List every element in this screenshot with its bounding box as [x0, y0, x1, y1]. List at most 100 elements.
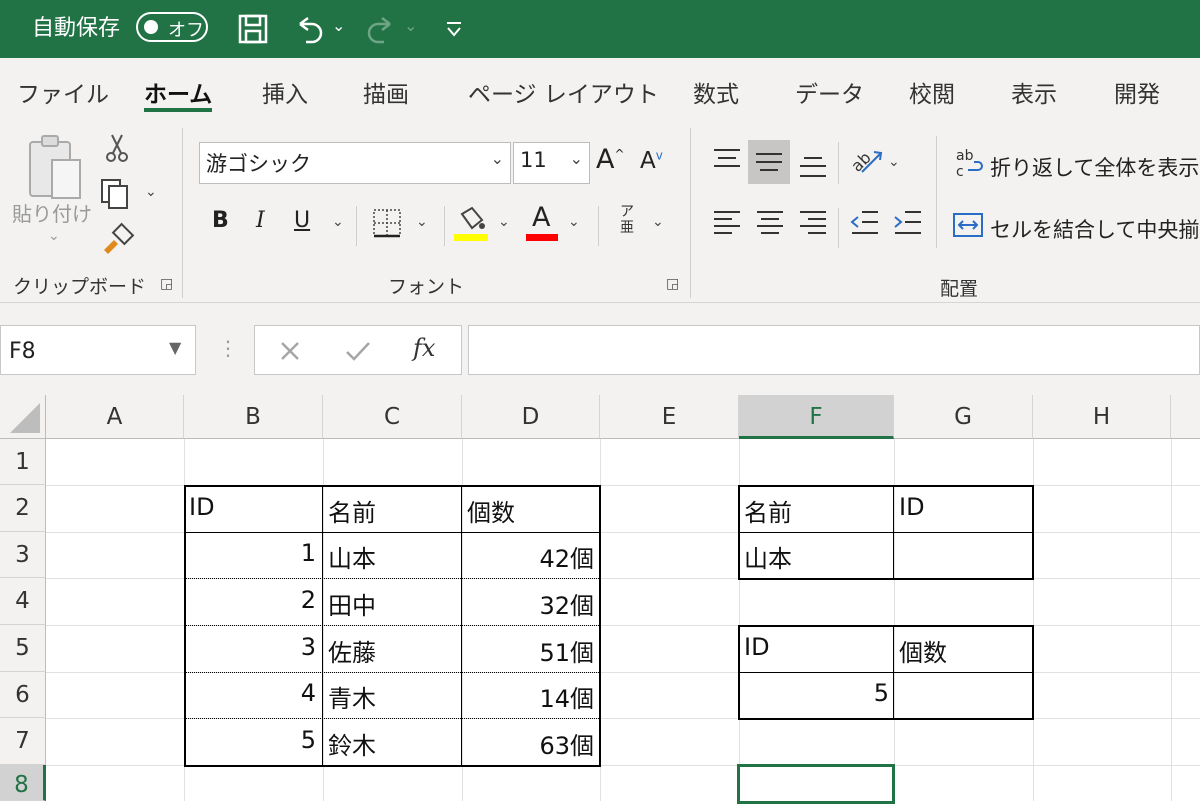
- merge-center-button[interactable]: セルを結合して中央揃え: [990, 214, 1200, 244]
- fill-color-dropdown-chevron-down-icon[interactable]: ⌄: [498, 214, 510, 230]
- italic-button[interactable]: I: [256, 208, 265, 233]
- tab-developer[interactable]: 開発: [1114, 75, 1160, 109]
- underline-dropdown-chevron-down-icon[interactable]: ⌄: [332, 214, 344, 230]
- font-name-combo[interactable]: 游ゴシック ⌄: [199, 142, 511, 184]
- row-header-3[interactable]: 3: [0, 532, 46, 578]
- table-cell[interactable]: 14個: [539, 679, 594, 714]
- autosave-toggle[interactable]: オフ: [136, 12, 208, 42]
- confirm-entry-icon[interactable]: [345, 340, 371, 362]
- row-header-2[interactable]: 2: [0, 485, 46, 532]
- tab-view[interactable]: 表示: [1011, 75, 1057, 109]
- borders-icon[interactable]: [372, 208, 402, 238]
- name-box-dropdown-icon[interactable]: ▼: [169, 338, 181, 357]
- tab-data[interactable]: データ: [795, 75, 864, 109]
- tab-draw[interactable]: 描画: [363, 75, 409, 109]
- column-header-e[interactable]: E: [600, 395, 739, 439]
- table-cell[interactable]: 鈴木: [328, 726, 376, 761]
- tab-formulas[interactable]: 数式: [693, 75, 739, 109]
- phonetic-dropdown-chevron-down-icon[interactable]: ⌄: [652, 214, 664, 230]
- borders-dropdown-chevron-down-icon[interactable]: ⌄: [416, 214, 428, 230]
- copy-dropdown-chevron-down-icon[interactable]: ⌄: [145, 184, 157, 200]
- font-launcher-icon[interactable]: ◲: [666, 276, 679, 292]
- column-header-f[interactable]: F: [739, 395, 894, 439]
- decrease-indent-icon[interactable]: [850, 210, 880, 236]
- table-cell[interactable]: 山本: [328, 539, 376, 574]
- table-cell[interactable]: 5: [874, 679, 889, 707]
- table-cell[interactable]: 5: [301, 726, 316, 754]
- increase-indent-icon[interactable]: [893, 210, 923, 236]
- decrease-font-size-icon[interactable]: Av: [640, 148, 663, 174]
- column-header-g[interactable]: G: [894, 395, 1033, 439]
- undo-dropdown-chevron-down-icon[interactable]: ⌄: [332, 16, 345, 35]
- align-left-icon[interactable]: [712, 210, 742, 236]
- formula-bar-splitter-icon[interactable]: ⋮: [218, 336, 238, 360]
- select-all-button[interactable]: [0, 395, 46, 439]
- table-header-cell[interactable]: 個数: [899, 633, 947, 668]
- align-center-icon[interactable]: [755, 210, 785, 236]
- align-right-icon[interactable]: [798, 210, 828, 236]
- table-cell[interactable]: 3: [301, 633, 316, 661]
- font-color-dropdown-chevron-down-icon[interactable]: ⌄: [568, 214, 580, 230]
- table-header-cell[interactable]: 名前: [328, 493, 376, 528]
- table-cell[interactable]: 山本: [744, 539, 792, 574]
- table-cell[interactable]: 63個: [539, 726, 594, 761]
- table-cell[interactable]: 田中: [328, 586, 376, 621]
- row-header-6[interactable]: 6: [0, 672, 46, 718]
- table-cell[interactable]: 32個: [539, 586, 594, 621]
- tab-home[interactable]: ホーム: [144, 75, 212, 109]
- column-header-d[interactable]: D: [462, 395, 600, 439]
- table-cell[interactable]: 1: [301, 539, 316, 567]
- column-header-next[interactable]: [1171, 395, 1200, 439]
- table-cell[interactable]: 4: [301, 679, 316, 707]
- insert-function-button[interactable]: fx: [413, 334, 435, 362]
- table-cell[interactable]: 青木: [328, 679, 376, 714]
- align-bottom-icon[interactable]: [798, 152, 828, 178]
- row-header-8[interactable]: 8: [0, 765, 46, 801]
- font-size-combo[interactable]: 11 ⌄: [513, 142, 590, 184]
- column-header-b[interactable]: B: [184, 395, 323, 439]
- format-painter-icon[interactable]: [100, 222, 136, 254]
- table-cell[interactable]: 2: [301, 586, 316, 614]
- row-header-7[interactable]: 7: [0, 718, 46, 765]
- increase-font-size-icon[interactable]: A^: [596, 144, 625, 175]
- name-box[interactable]: F8 ▼: [0, 325, 196, 375]
- align-middle-button[interactable]: [748, 140, 790, 184]
- column-header-c[interactable]: C: [323, 395, 462, 439]
- align-top-icon[interactable]: [712, 148, 742, 172]
- underline-button[interactable]: U: [294, 208, 310, 233]
- orientation-icon[interactable]: ab: [848, 142, 884, 178]
- table-cell[interactable]: 佐藤: [328, 633, 376, 668]
- wrap-text-button[interactable]: 折り返して全体を表示す: [990, 152, 1200, 182]
- tab-page-layout[interactable]: ページ レイアウト: [468, 75, 659, 109]
- tab-review[interactable]: 校閲: [909, 75, 955, 109]
- orientation-dropdown-chevron-down-icon[interactable]: ⌄: [888, 154, 900, 170]
- save-icon[interactable]: [238, 14, 268, 44]
- redo-dropdown-chevron-down-icon[interactable]: ⌄: [404, 16, 417, 35]
- paste-icon[interactable]: [26, 134, 86, 204]
- table-header-cell[interactable]: ID: [899, 493, 925, 521]
- tab-file[interactable]: ファイル: [17, 75, 109, 109]
- paste-label[interactable]: 貼り付け: [12, 198, 92, 227]
- font-color-icon[interactable]: A: [532, 202, 550, 233]
- table-cell[interactable]: 51個: [539, 633, 594, 668]
- undo-icon[interactable]: [294, 14, 324, 44]
- tab-insert[interactable]: 挿入: [262, 75, 308, 109]
- redo-icon[interactable]: [366, 14, 396, 44]
- clipboard-launcher-icon[interactable]: ◲: [160, 276, 173, 292]
- wrap-text-icon[interactable]: ab c: [954, 146, 986, 180]
- active-cell-f8[interactable]: [737, 764, 895, 804]
- table-header-cell[interactable]: ID: [189, 493, 215, 521]
- row-header-5[interactable]: 5: [0, 625, 46, 672]
- cut-icon[interactable]: [104, 132, 130, 164]
- customize-qat-icon[interactable]: [444, 20, 464, 40]
- cancel-entry-icon[interactable]: [279, 340, 301, 362]
- merge-center-icon[interactable]: [952, 212, 984, 238]
- copy-icon[interactable]: [100, 178, 130, 210]
- paste-dropdown-chevron-down-icon[interactable]: ⌄: [48, 228, 60, 244]
- row-header-4[interactable]: 4: [0, 578, 46, 625]
- fill-color-icon[interactable]: [454, 206, 488, 242]
- column-header-a[interactable]: A: [46, 395, 184, 439]
- phonetic-guide-icon[interactable]: ア 亜: [614, 204, 640, 236]
- bold-button[interactable]: B: [212, 208, 229, 233]
- table-header-cell[interactable]: 名前: [744, 493, 792, 528]
